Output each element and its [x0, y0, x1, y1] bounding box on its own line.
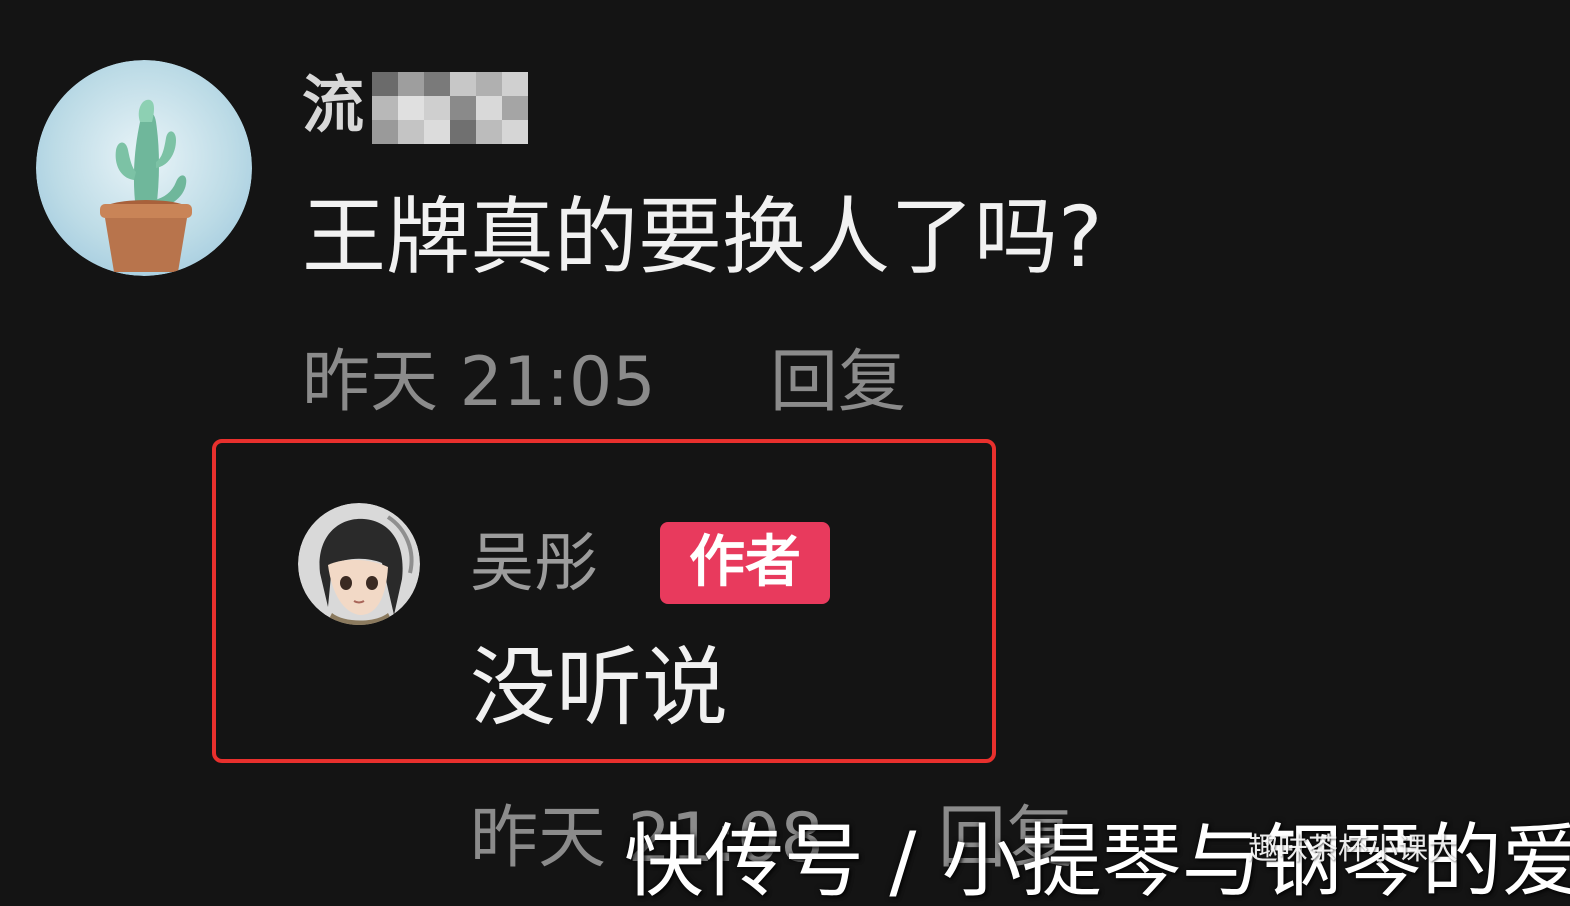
reply-button[interactable]: 回复 [770, 340, 906, 426]
commenter-avatar[interactable] [36, 60, 252, 276]
cartoon-character-avatar-icon [298, 503, 420, 625]
cactus-avatar-icon [36, 60, 252, 276]
author-badge: 作者 [660, 522, 830, 604]
author-reply-text: 没听说 [470, 638, 728, 738]
commenter-username[interactable]: 流 [302, 66, 534, 144]
username-mosaic [372, 72, 532, 144]
watermark-small-text: 趣味茶杯小课大 [1248, 832, 1458, 867]
author-avatar[interactable] [298, 503, 420, 625]
comment-screen: 流 王牌真的要换人了吗? 昨天 21:05 回复 吴彤 作者 没听说 昨天 21… [0, 0, 1570, 906]
comment-time: 昨天 21:05 [302, 343, 656, 422]
author-name[interactable]: 吴彤 [470, 522, 598, 606]
comment-text: 王牌真的要换人了吗? [302, 188, 1103, 286]
username-visible-char: 流 [302, 68, 365, 141]
